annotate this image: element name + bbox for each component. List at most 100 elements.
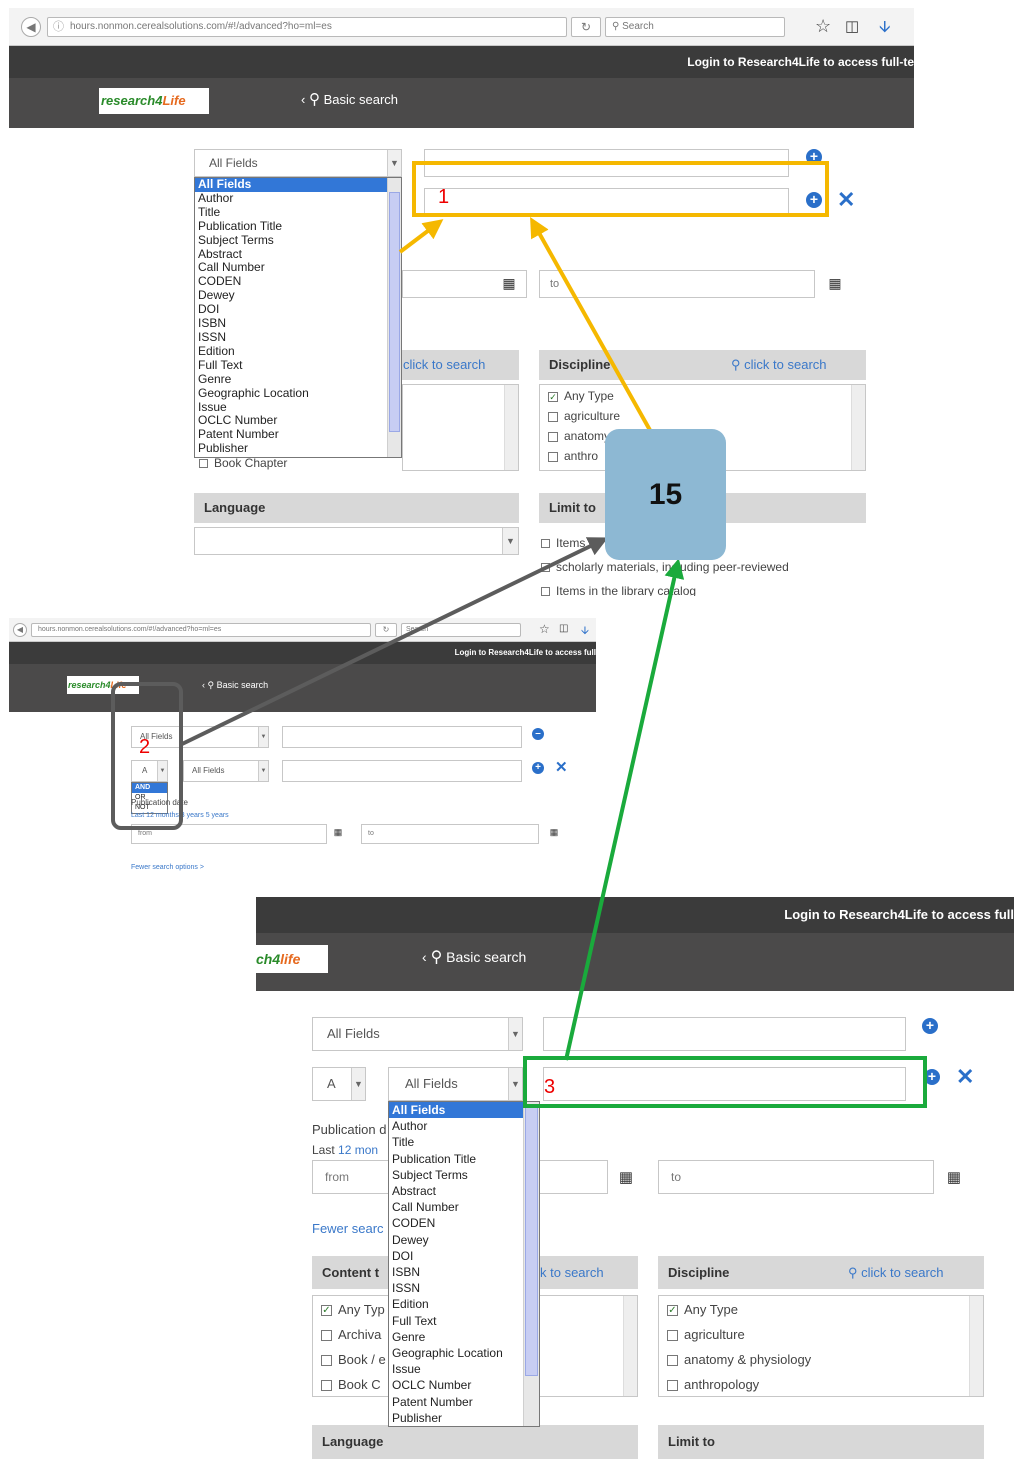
content-type-search-link[interactable]: k to search (540, 1256, 604, 1289)
basic-search-link[interactable]: ‹ ⚲ Basic search (301, 90, 398, 108)
checkbox-icon[interactable] (548, 431, 558, 442)
dropdown-option[interactable]: Author (389, 1118, 539, 1134)
discipline-search-link[interactable]: ⚲ click to search (848, 1256, 944, 1289)
dropdown-option[interactable]: Genre (195, 372, 401, 387)
close-icon[interactable]: ✕ (555, 758, 568, 776)
list-scrollbar[interactable] (623, 1296, 637, 1396)
checkbox-item[interactable]: anthropology (667, 1377, 759, 1392)
search-term-input-1[interactable] (543, 1017, 906, 1051)
dropdown-scrollbar[interactable] (387, 178, 401, 457)
date-to-input[interactable]: to (658, 1160, 934, 1194)
dropdown-option[interactable]: Title (389, 1134, 539, 1150)
close-icon[interactable]: ✕ (837, 187, 855, 213)
checkbox-icon[interactable]: ✓ (321, 1305, 332, 1317)
list-scrollbar[interactable] (504, 385, 518, 470)
field-select-2[interactable]: All Fields ▼ (183, 760, 269, 782)
dropdown-option[interactable]: Patent Number (389, 1394, 539, 1410)
dropdown-scroll-thumb[interactable] (389, 192, 400, 432)
date-from-input[interactable]: from (131, 824, 327, 844)
calendar-icon[interactable]: ▦ (944, 1168, 964, 1186)
checkbox-item[interactable]: anatomy & physiology (667, 1352, 811, 1367)
field-select-1[interactable]: All Fields ▼ (194, 149, 402, 177)
dropdown-option[interactable]: Issue (389, 1361, 539, 1377)
checkbox-item[interactable]: Book / e (321, 1352, 386, 1367)
dropdown-option[interactable]: Subject Terms (389, 1167, 539, 1183)
dropdown-option[interactable]: Author (195, 191, 401, 206)
plus-circle-icon[interactable]: + (806, 192, 822, 208)
dropdown-option[interactable]: Edition (389, 1296, 539, 1312)
checkbox-icon[interactable] (541, 587, 550, 596)
dropdown-option[interactable]: ISSN (195, 330, 401, 345)
checkbox-item[interactable]: ✓ Any Typ (321, 1302, 385, 1317)
checkbox-icon[interactable] (321, 1355, 332, 1367)
content-type-item[interactable]: Book Chapter (199, 456, 287, 470)
dropdown-option[interactable]: CODEN (389, 1215, 539, 1231)
boolean-option[interactable]: AND (132, 783, 167, 793)
browser-search-input[interactable]: Search (401, 623, 521, 637)
field-options-dropdown[interactable]: All Fields Author Title Publication Title Su… (388, 1101, 540, 1427)
limit-option[interactable]: Items w (541, 536, 597, 550)
dropdown-option[interactable]: Dewey (195, 288, 401, 303)
search-term-input-2[interactable] (282, 760, 522, 782)
dropdown-option[interactable]: Geographic Location (195, 386, 401, 401)
address-bar[interactable]: ⓘ hours.nonmon.cerealsolutions.com/#!/ad… (47, 17, 567, 37)
content-type-search-link[interactable]: click to search (403, 350, 485, 380)
reload-button[interactable]: ↻ (375, 623, 397, 637)
dropdown-option[interactable]: ISBN (389, 1264, 539, 1280)
boolean-select[interactable]: A ▼ (131, 760, 168, 782)
dropdown-option[interactable]: All Fields (195, 178, 401, 192)
clipboard-icon[interactable]: ◫ (559, 623, 568, 634)
field-options-dropdown[interactable]: All Fields Author Title Publication Title Su… (194, 177, 402, 458)
dropdown-option[interactable]: Abstract (195, 247, 401, 262)
dropdown-option[interactable]: Publication Title (195, 219, 401, 234)
fewer-search-options-link[interactable]: Fewer search options > (131, 864, 204, 871)
back-icon[interactable]: ◀ (13, 623, 27, 637)
dropdown-option[interactable]: Title (195, 205, 401, 220)
login-link[interactable]: Login to Research4Life to access full (784, 907, 1014, 922)
checkbox-item[interactable]: anthro (548, 449, 598, 463)
checkbox-icon[interactable]: ✓ (667, 1305, 678, 1317)
dropdown-option[interactable]: DOI (195, 302, 401, 317)
checkbox-item[interactable]: anatomy (548, 429, 610, 443)
close-icon[interactable]: ✕ (956, 1064, 974, 1090)
dropdown-option[interactable]: ISSN (389, 1280, 539, 1296)
last-12-months-link[interactable]: 12 mon (338, 1143, 378, 1157)
download-icon[interactable]: 🡫 (879, 16, 891, 43)
date-to-input[interactable]: to (539, 270, 815, 298)
field-select-1[interactable]: All Fields ▼ (312, 1017, 523, 1051)
dropdown-option[interactable]: Call Number (195, 261, 401, 275)
checkbox-icon[interactable] (321, 1380, 332, 1392)
dropdown-option[interactable]: ISBN (195, 316, 401, 331)
checkbox-item[interactable]: ✓ Any Type (548, 389, 614, 403)
limit-option[interactable]: Items in the library catalog (541, 584, 696, 596)
plus-circle-icon[interactable]: + (806, 149, 822, 165)
content-type-list[interactable] (402, 384, 519, 471)
dropdown-option[interactable]: OCLC Number (389, 1377, 539, 1393)
address-bar[interactable]: hours.nonmon.cerealsolutions.com/#!/adva… (31, 623, 371, 637)
list-scrollbar[interactable] (851, 385, 865, 470)
boolean-select[interactable]: A ▼ (312, 1067, 366, 1101)
field-select-2[interactable]: All Fields ▼ (388, 1067, 523, 1101)
checkbox-icon[interactable] (548, 451, 558, 462)
basic-search-link[interactable]: ‹ ⚲ Basic search (422, 947, 526, 967)
checkbox-icon[interactable] (548, 411, 558, 422)
back-icon[interactable]: ◀ (21, 17, 41, 37)
browser-search-input[interactable]: ⚲ Search (605, 17, 785, 37)
plus-circle-icon[interactable]: + (924, 1069, 940, 1085)
calendar-icon[interactable]: ▦ (499, 275, 519, 292)
checkbox-item[interactable]: ✓ Any Type (667, 1302, 738, 1317)
dropdown-option[interactable]: Call Number (389, 1199, 539, 1215)
checkbox-item[interactable]: Archiva (321, 1327, 381, 1342)
dropdown-option[interactable]: Subject Terms (195, 233, 401, 248)
list-scrollbar[interactable] (969, 1296, 983, 1396)
dropdown-scrollbar[interactable] (523, 1102, 539, 1426)
checkbox-item[interactable]: agriculture (667, 1327, 745, 1342)
reload-button[interactable]: ↻ (571, 17, 601, 37)
discipline-search-link[interactable]: ⚲ click to search (731, 350, 827, 380)
dropdown-option[interactable]: Geographic Location (389, 1345, 539, 1361)
dropdown-option[interactable]: Abstract (389, 1183, 539, 1199)
field-select-1[interactable]: All Fields ▼ (131, 726, 269, 748)
fewer-search-options-link[interactable]: Fewer searc (312, 1221, 384, 1236)
checkbox-icon[interactable] (667, 1330, 678, 1342)
discipline-list[interactable]: ✓ Any Type agriculture anatomy & physiology… (658, 1295, 984, 1397)
